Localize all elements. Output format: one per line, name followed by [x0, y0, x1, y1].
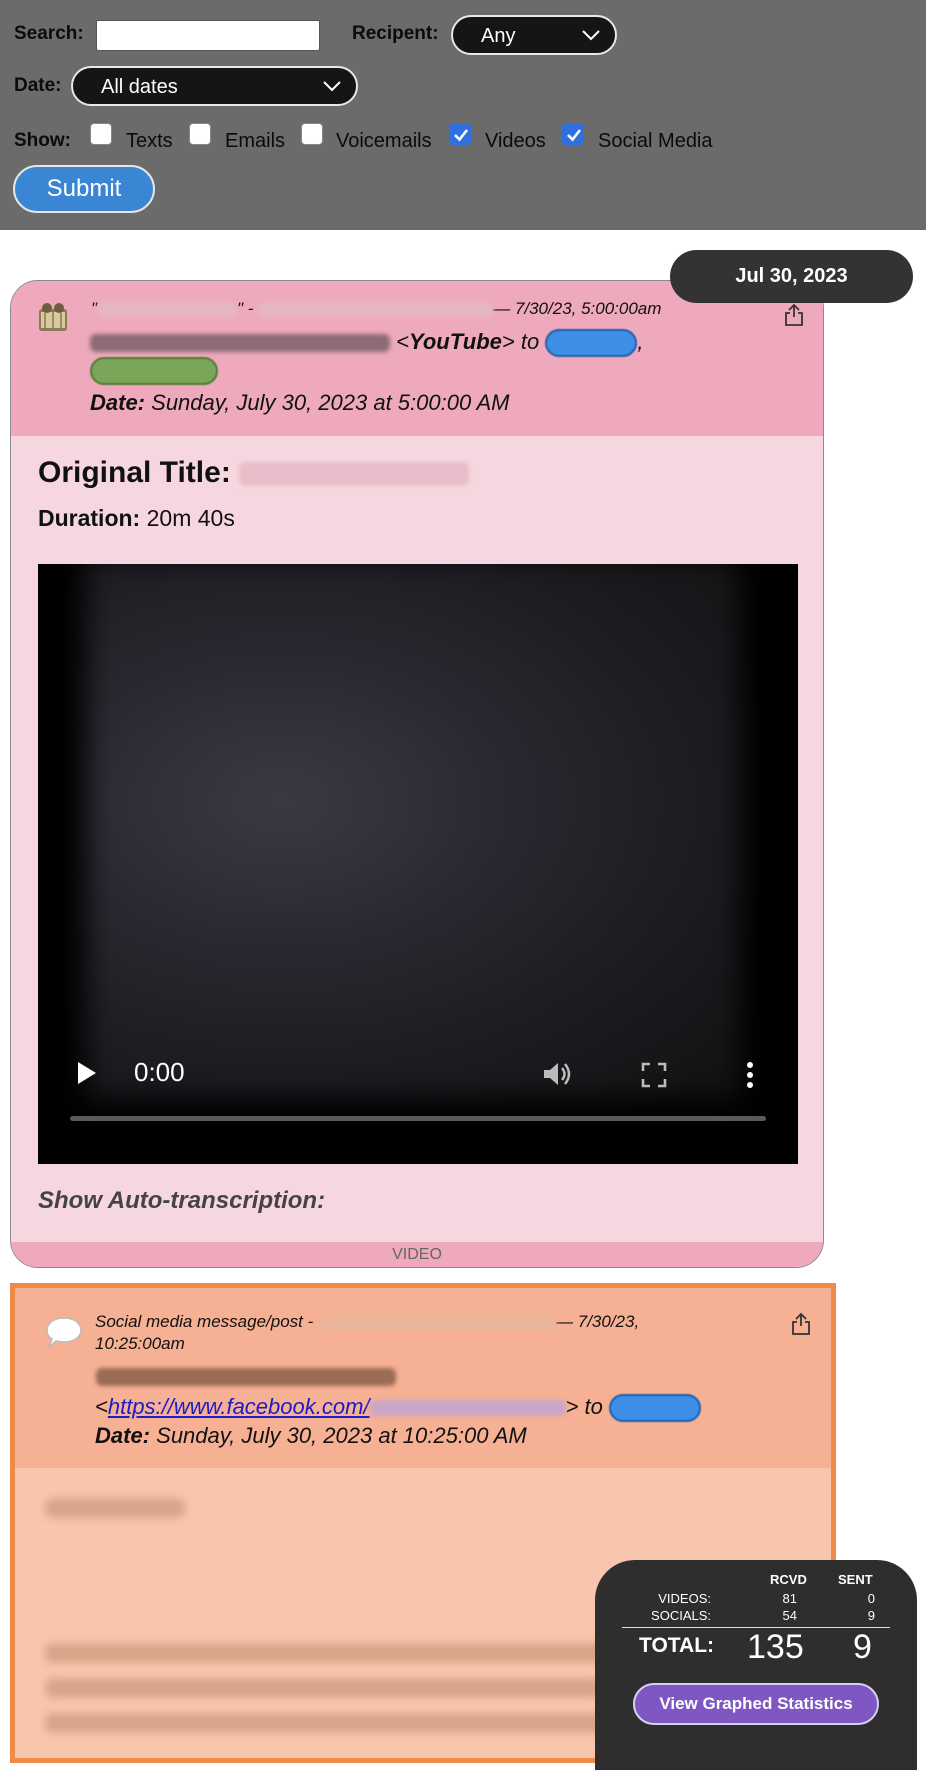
voicemails-checkbox-label: Voicemails: [336, 130, 432, 152]
social-media-checkbox-label: Social Media: [598, 130, 713, 152]
redacted-sender: [90, 334, 390, 353]
duration: Duration: 20m 40s: [38, 505, 235, 532]
recipient-label: Recipent:: [352, 23, 439, 44]
date-select-value: All dates: [101, 76, 178, 98]
videos-rcvd-count: 81: [782, 1591, 797, 1606]
search-input[interactable]: [96, 20, 320, 51]
total-rcvd: 135: [747, 1628, 804, 1666]
socials-rcvd-count: 54: [782, 1608, 797, 1623]
videos-checkbox-label: Videos: [485, 130, 546, 152]
social-timestamp-2: 10:25:00am: [95, 1334, 185, 1353]
texts-checkbox-label: Texts: [126, 130, 173, 152]
redacted-title: [239, 462, 470, 487]
date-pill: Jul 30, 2023: [670, 250, 913, 303]
social-media-checkbox[interactable]: [562, 123, 584, 145]
recipient-tag-row: [90, 357, 218, 385]
sent-column-header: SENT: [838, 1572, 873, 1587]
checkmark-icon: [567, 129, 582, 142]
date-value: Sunday, July 30, 2023 at 10:25:00 AM: [156, 1423, 527, 1448]
date-value: Sunday, July 30, 2023 at 5:00:00 AM: [151, 390, 510, 415]
emails-checkbox[interactable]: [189, 123, 211, 145]
social-sender-line: [96, 1366, 396, 1387]
socials-sent-count: 9: [867, 1608, 875, 1623]
link-suffix: > to: [565, 1394, 603, 1419]
recipient-select[interactable]: Any: [451, 15, 617, 55]
share-icon[interactable]: [790, 1312, 812, 1336]
social-type-line: Social media message/post - — 7/30/23,: [95, 1312, 639, 1332]
date-label: Date:: [14, 75, 62, 96]
share-icon[interactable]: [783, 303, 805, 327]
redacted-body-text: [45, 1498, 185, 1518]
film-reel-icon: [39, 303, 67, 331]
emails-checkbox-label: Emails: [225, 130, 286, 152]
video-timestamp: — 7/30/23, 5:00:00am: [493, 299, 662, 318]
view-graphed-statistics-button[interactable]: View Graphed Statistics: [633, 1683, 879, 1725]
texts-checkbox[interactable]: [90, 123, 112, 145]
date-select[interactable]: All dates: [71, 66, 358, 106]
volume-icon[interactable]: [542, 1060, 574, 1088]
recipient-comma: ,: [637, 329, 644, 354]
video-progress-bar[interactable]: [70, 1116, 766, 1121]
recipient-tag[interactable]: [545, 329, 638, 358]
redacted-body-text: [45, 1713, 605, 1733]
redacted-channel: [258, 301, 494, 318]
redacted-body-text: [45, 1678, 605, 1698]
total-label: TOTAL:: [639, 1634, 715, 1657]
recipient-tag[interactable]: [90, 357, 218, 385]
submit-button[interactable]: Submit: [13, 165, 155, 213]
chevron-down-icon: [582, 30, 600, 41]
search-label: Search:: [14, 23, 84, 44]
card-type-label: VIDEO: [11, 1242, 823, 1267]
more-vert-icon[interactable]: [745, 1061, 755, 1089]
platform-name: YouTube: [408, 329, 502, 354]
video-date-line: Date: Sunday, July 30, 2023 at 5:00:00 A…: [90, 390, 510, 416]
show-label: Show:: [14, 130, 71, 151]
platform-prefix: <: [396, 329, 409, 354]
original-title-label: Original Title:: [38, 456, 231, 489]
video-message-card: " " - — 7/30/23, 5:00:00am <YouTube> to ,…: [10, 280, 824, 1268]
date-label: Date:: [95, 1423, 151, 1448]
redacted-sender: [96, 1368, 396, 1387]
total-sent: 9: [853, 1628, 872, 1666]
socials-stat-label: SOCIALS:: [651, 1608, 711, 1623]
date-label: Date:: [90, 390, 146, 415]
social-timestamp-line: 10:25:00am: [95, 1334, 185, 1354]
recipient-select-value: Any: [481, 25, 516, 47]
show-transcription-toggle[interactable]: Show Auto-transcription:: [38, 1187, 325, 1215]
redacted-sender: [318, 1314, 557, 1331]
statistics-panel: RCVD SENT VIDEOS: 81 0 SOCIALS: 54 9 TOT…: [595, 1560, 917, 1770]
play-icon[interactable]: [76, 1061, 98, 1085]
redacted-title: [97, 301, 238, 318]
duration-label: Duration:: [38, 505, 141, 531]
duration-value: 20m 40s: [146, 505, 235, 531]
chevron-down-icon: [323, 81, 341, 92]
social-type-label: Social media message/post -: [95, 1312, 314, 1331]
redacted-link: [369, 1400, 566, 1417]
videos-sent-count: 0: [867, 1591, 875, 1606]
facebook-link[interactable]: https://www.facebook.com/: [108, 1394, 370, 1419]
filter-bar: Search: Recipent: Any Date: All dates Sh…: [0, 0, 926, 230]
videos-stat-label: VIDEOS:: [658, 1591, 711, 1606]
social-link-line: <https://www.facebook.com/ > to: [95, 1394, 701, 1423]
checkmark-icon: [454, 129, 469, 142]
social-date-line: Date: Sunday, July 30, 2023 at 10:25:00 …: [95, 1423, 527, 1449]
video-time: 0:00: [134, 1057, 185, 1087]
quote-close: " -: [237, 299, 254, 318]
link-prefix: <: [95, 1394, 108, 1419]
video-player[interactable]: 0:00: [38, 564, 798, 1164]
speech-bubble-icon: [46, 1317, 82, 1348]
original-title: Original Title:: [38, 456, 470, 490]
rcvd-column-header: RCVD: [770, 1572, 807, 1587]
video-title-line: " " - — 7/30/23, 5:00:00am: [91, 299, 661, 319]
voicemails-checkbox[interactable]: [301, 123, 323, 145]
fullscreen-icon[interactable]: [641, 1062, 667, 1088]
social-timestamp-1: — 7/30/23,: [556, 1312, 640, 1331]
video-sender-line: <YouTube> to ,: [90, 329, 644, 358]
recipient-tag[interactable]: [608, 1394, 701, 1423]
video-frame: [86, 564, 740, 1098]
redacted-body-text: [45, 1643, 605, 1663]
videos-checkbox[interactable]: [449, 123, 471, 145]
platform-suffix: > to: [501, 329, 540, 354]
